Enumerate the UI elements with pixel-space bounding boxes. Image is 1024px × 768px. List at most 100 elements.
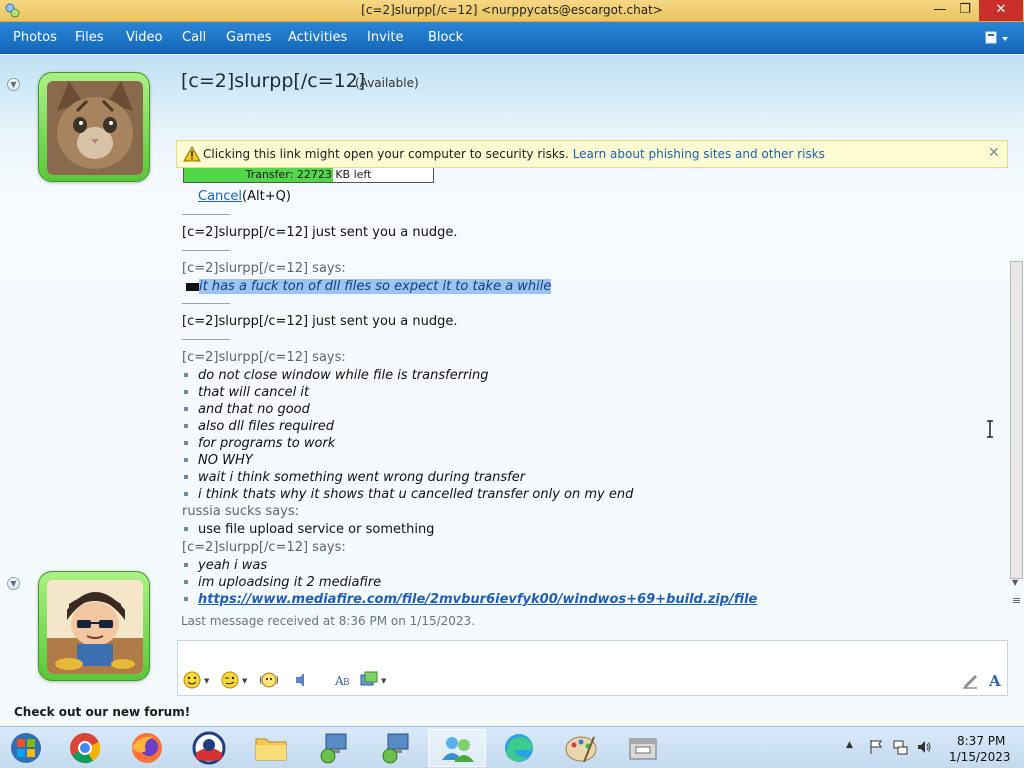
sender-header: [c=2]slurpp[/c=12] says:	[182, 261, 346, 276]
message-line: use file upload service or something	[184, 522, 434, 537]
archive-icon[interactable]	[614, 729, 672, 767]
message-line: and that no good	[184, 402, 310, 417]
font-icon[interactable]: AB	[334, 671, 352, 689]
sender-header: russia sucks says:	[182, 504, 300, 519]
message-line: https://www.mediafire.com/file/2mvbur6ie…	[184, 592, 757, 607]
self-avatar[interactable]	[38, 571, 150, 681]
close-warning-icon[interactable]: ✕	[988, 145, 1000, 161]
collapse-contact-icon[interactable]: ▼	[7, 78, 20, 91]
menu-bar: Photos Files Video Call Games Activities…	[0, 22, 1024, 54]
svg-text:B: B	[343, 678, 350, 688]
scroll-down-arrow-icon[interactable]: ▼	[1012, 578, 1018, 587]
close-button[interactable]: ✕	[979, 0, 1023, 21]
message-line: that will cancel it	[184, 385, 309, 400]
last-message-status: Last message received at 8:36 PM on 1/15…	[181, 614, 475, 628]
chrome-icon[interactable]	[56, 729, 114, 767]
cancel-transfer-link[interactable]: Cancel	[198, 189, 242, 204]
message-line: wait i think something went wrong during…	[184, 470, 525, 485]
message-divider	[182, 303, 230, 304]
contact-status: (Available)	[355, 76, 419, 90]
cancel-transfer: Cancel(Alt+Q)	[198, 189, 291, 204]
security-warning-bar: Clicking this link might open your compu…	[176, 140, 1008, 168]
menu-block[interactable]: Block	[428, 30, 463, 45]
wink-dropdown-icon[interactable]: ▼	[242, 677, 247, 685]
menu-games[interactable]: Games	[226, 30, 271, 45]
message-divider	[182, 339, 230, 340]
warning-icon	[183, 146, 201, 162]
text-cursor-icon	[987, 420, 993, 438]
menu-activities[interactable]: Activities	[288, 30, 347, 45]
phishing-info-link[interactable]: Learn about phishing sites and other ris…	[573, 147, 825, 161]
message-line: i think thats why it shows that u cancel…	[184, 487, 633, 502]
options-menu-icon[interactable]	[984, 30, 1012, 46]
svg-text:A: A	[988, 672, 1001, 689]
sender-header: [c=2]slurpp[/c=12] says:	[182, 350, 346, 365]
conversation-scrollbar[interactable]: ▼ ≡	[1009, 168, 1024, 608]
messenger-taskbar-button[interactable]	[428, 729, 486, 767]
network-icon[interactable]	[892, 739, 908, 755]
message-line: it has a fuck ton of dll files so expect…	[186, 279, 552, 294]
voice-clip-icon[interactable]	[293, 671, 311, 689]
network-computer-icon[interactable]	[304, 729, 362, 767]
menu-call[interactable]: Call	[182, 30, 206, 45]
firefox-icon[interactable]	[118, 729, 176, 767]
message-line: for programs to work	[184, 436, 335, 451]
maximize-button[interactable]: ❐	[950, 0, 980, 21]
taskbar: ▲ 8:37 PM 1/15/2023	[0, 726, 1024, 768]
message-line: also dll files required	[184, 419, 334, 434]
nudge-message: [c=2]slurpp[/c=12] just sent you a nudge…	[182, 314, 458, 329]
contact-name: [c=2]slurpp[/c=12]	[181, 70, 366, 92]
action-center-flag-icon[interactable]	[868, 739, 884, 755]
message-divider	[182, 250, 230, 251]
transfer-progress-bar: Transfer: 22723 KB left	[183, 168, 434, 183]
volume-icon[interactable]	[916, 739, 932, 755]
paint-icon[interactable]	[552, 729, 610, 767]
background-dropdown-icon[interactable]: ▼	[381, 677, 386, 685]
file-explorer-icon[interactable]	[242, 729, 300, 767]
mediafire-link[interactable]: https://www.mediafire.com/file/2mvbur6ie…	[198, 592, 757, 607]
sender-header: [c=2]slurpp[/c=12] says:	[182, 540, 346, 555]
clock-time[interactable]: 8:37 PM	[957, 734, 1005, 748]
contact-avatar[interactable]	[38, 72, 150, 182]
selected-message-text[interactable]: it has a fuck ton of dll files so expect…	[199, 279, 552, 294]
clock-date[interactable]: 1/15/2023	[949, 750, 1011, 764]
emoticon-icon[interactable]	[183, 671, 201, 689]
message-line: yeah i was	[184, 558, 267, 573]
emoticon-dropdown-icon[interactable]: ▼	[204, 677, 209, 685]
menu-video[interactable]: Video	[126, 30, 162, 45]
title-bar: [c=2]slurpp[/c=12] <nurppycats@escargot.…	[0, 0, 1024, 22]
messenger-buddies-icon	[442, 737, 474, 762]
conversation-history: Transfer: 22723 KB left Cancel(Alt+Q) [c…	[176, 168, 1008, 630]
kitten-avatar-image	[47, 81, 143, 175]
nudge-icon[interactable]	[260, 671, 278, 689]
message-line: NO WHY	[184, 453, 253, 468]
warning-message: Clicking this link might open your compu…	[203, 147, 569, 161]
nudge-message: [c=2]slurpp[/c=12] just sent you a nudge…	[182, 225, 458, 240]
transfer-label: Transfer: 22723 KB left	[245, 168, 372, 181]
input-toolbar: ▼ ▼ AB ▼ A	[177, 667, 1008, 695]
collapse-self-icon[interactable]: ▼	[7, 577, 20, 590]
wink-icon[interactable]	[221, 671, 239, 689]
handwriting-icon[interactable]	[961, 671, 979, 689]
message-line: im uploadsing it 2 mediafire	[184, 575, 381, 590]
menu-files[interactable]: Files	[75, 30, 104, 45]
edge-icon[interactable]	[490, 729, 548, 767]
cancel-shortcut: (Alt+Q)	[242, 189, 291, 204]
scroll-end-icon[interactable]: ≡	[1012, 594, 1021, 607]
cartoon-avatar-image	[47, 580, 143, 674]
warning-text: Clicking this link might open your compu…	[203, 147, 825, 161]
cursor-marker	[186, 282, 199, 291]
message-divider	[182, 214, 230, 215]
obama-logo-icon[interactable]	[180, 729, 238, 767]
background-icon[interactable]	[360, 671, 378, 689]
start-icon[interactable]	[8, 731, 44, 765]
text-format-icon[interactable]: A	[987, 671, 1005, 689]
conversation-window: ▼ ▼ [c=2]slurpp[/c=12] (Available) Click…	[0, 55, 1024, 726]
network-computer-icon-2[interactable]	[366, 729, 424, 767]
scrollbar-thumb[interactable]	[1010, 261, 1023, 579]
ad-banner-text[interactable]: Check out our new forum!	[14, 705, 190, 719]
menu-invite[interactable]: Invite	[367, 30, 403, 45]
message-line: do not close window while file is transf…	[184, 368, 489, 383]
menu-photos[interactable]: Photos	[13, 30, 57, 45]
show-hidden-icons-icon[interactable]: ▲	[846, 740, 853, 750]
